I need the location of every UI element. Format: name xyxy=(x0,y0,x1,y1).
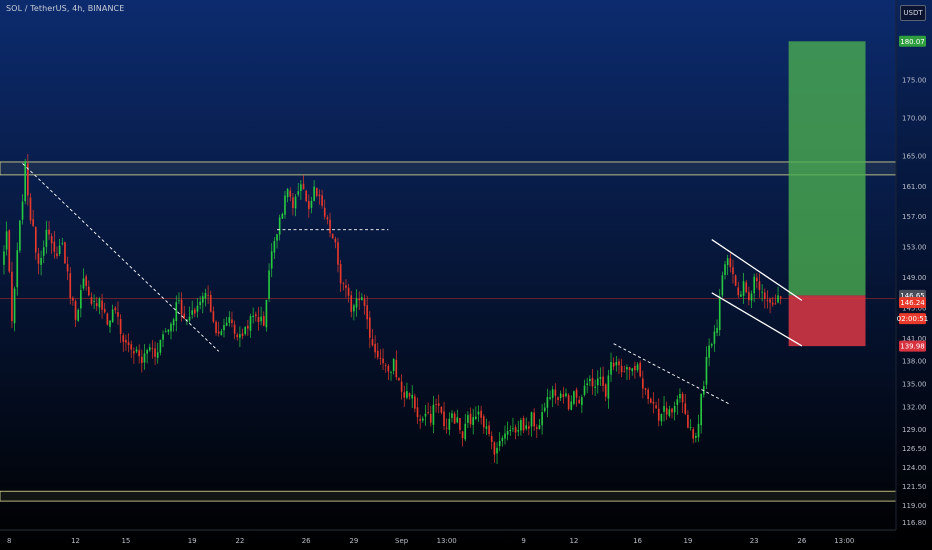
stop-zone[interactable] xyxy=(788,295,866,347)
price-tick-label: 161.00 xyxy=(902,183,927,191)
resistance-zone[interactable] xyxy=(0,161,897,176)
price-tick-label: 129.00 xyxy=(902,426,927,434)
time-tick-label: 29 xyxy=(349,537,358,545)
svg-text:02:00:51: 02:00:51 xyxy=(897,315,928,323)
candle xyxy=(639,360,642,378)
price-tick-label: 132.00 xyxy=(902,403,927,411)
target-price-tag: 180.07 xyxy=(899,35,926,47)
symbol-title[interactable]: SOL / TetherUS, 4h, BINANCE xyxy=(6,4,124,13)
candle xyxy=(305,189,307,203)
price-tick-label: 165.00 xyxy=(902,152,927,160)
price-tick-label: 116.80 xyxy=(902,519,927,527)
candle xyxy=(265,299,268,332)
time-tick-label: Sep xyxy=(395,537,409,545)
price-tick-label: 175.00 xyxy=(902,76,927,84)
last-price-tag: 146.24 xyxy=(899,297,926,309)
time-tick-label: 26 xyxy=(302,537,311,545)
candle xyxy=(331,233,334,239)
price-tick-label: 149.00 xyxy=(902,274,927,282)
price-tick-label: 124.00 xyxy=(902,464,927,472)
time-tick-label: 23 xyxy=(750,537,759,545)
candle xyxy=(106,312,109,326)
price-tick-label: 126.50 xyxy=(902,445,927,453)
target-zone[interactable] xyxy=(788,41,866,296)
time-tick-label: 8 xyxy=(7,537,11,545)
candle xyxy=(567,393,570,411)
candle xyxy=(573,390,575,406)
candle xyxy=(11,261,13,328)
support-zone[interactable] xyxy=(0,490,897,502)
price-tick-label: 138.00 xyxy=(902,358,927,366)
candle xyxy=(29,193,32,224)
candle xyxy=(64,241,66,264)
candle xyxy=(77,308,80,322)
price-tick-label: 153.00 xyxy=(902,244,927,252)
candle xyxy=(19,220,21,253)
price-chart[interactable]: 116.80 119.00 121.50 124.00 126.50 129.00 132.… xyxy=(0,0,932,550)
price-tick-label: 157.00 xyxy=(902,213,927,221)
candle xyxy=(721,271,724,298)
candle xyxy=(8,229,11,274)
time-tick-label: 13:00 xyxy=(834,537,854,545)
price-tick-label: 135.00 xyxy=(902,381,927,389)
time-tick-label: 26 xyxy=(797,537,806,545)
price-tick-label: 121.50 xyxy=(902,483,927,491)
time-tick-label: 12 xyxy=(569,537,578,545)
time-tick-label: 12 xyxy=(71,537,80,545)
time-tick-label: 19 xyxy=(188,537,197,545)
time-tick-label: 16 xyxy=(633,537,642,545)
countdown-tag: 02:00:51 xyxy=(897,313,928,325)
time-tick-label: 13:00 xyxy=(437,537,457,545)
price-tick-label: 119.00 xyxy=(902,502,927,510)
svg-text:146.24: 146.24 xyxy=(900,299,925,307)
time-tick-label: 15 xyxy=(121,537,130,545)
svg-text:139.98: 139.98 xyxy=(900,343,925,351)
position-layer xyxy=(788,41,866,347)
time-tick-label: 22 xyxy=(235,537,244,545)
currency-button[interactable]: USDT xyxy=(900,5,926,21)
svg-text:180.07: 180.07 xyxy=(900,38,925,46)
price-tick-label: 170.00 xyxy=(902,114,927,122)
time-tick-label: 9 xyxy=(521,537,525,545)
stop-price-tag: 139.98 xyxy=(899,340,926,352)
candle xyxy=(734,274,737,287)
time-tick-label: 19 xyxy=(683,537,692,545)
chart-stage: 116.80 119.00 121.50 124.00 126.50 129.00 132.… xyxy=(0,0,932,550)
